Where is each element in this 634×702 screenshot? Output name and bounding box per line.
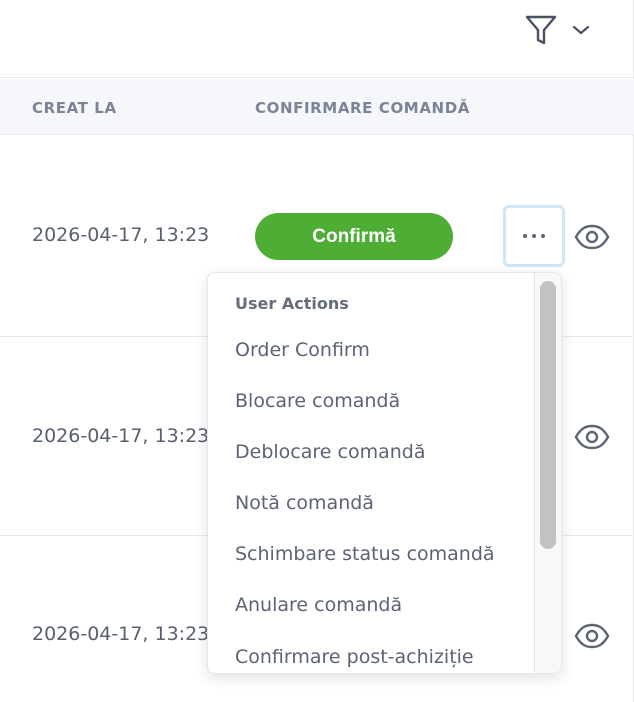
menu-item-order-confirm[interactable]: Order Confirm <box>235 339 370 361</box>
column-header-order-confirmation: CONFIRMARE COMANDĂ <box>255 99 470 117</box>
menu-item-post-purchase-confirmation[interactable]: Confirmare post-achiziție <box>235 646 474 668</box>
menu-item-order-note[interactable]: Notă comandă <box>235 492 374 514</box>
created-at-cell: 2026-04-17, 13:23 <box>32 425 210 447</box>
column-header-created-at: CREAT LA <box>32 99 117 117</box>
dropdown-heading: User Actions <box>235 294 349 313</box>
menu-item-unblock-order[interactable]: Deblocare comandă <box>235 441 425 463</box>
eye-icon[interactable] <box>574 424 610 450</box>
orders-table-panel: CREAT LA CONFIRMARE COMANDĂ 2026-04-17, … <box>0 0 634 702</box>
eye-icon[interactable] <box>574 623 610 649</box>
created-at-cell: 2026-04-17, 13:23 <box>32 224 210 246</box>
funnel-icon <box>525 15 557 45</box>
filter-dropdown-button[interactable] <box>524 10 604 50</box>
table-toolbar <box>0 0 634 78</box>
dropdown-list: User Actions Order Confirm Blocare coman… <box>208 273 534 673</box>
menu-item-cancel-order[interactable]: Anulare comandă <box>235 594 402 616</box>
confirm-order-button[interactable]: Confirmă <box>255 213 453 260</box>
created-at-cell: 2026-04-17, 13:23 <box>32 623 210 645</box>
ellipsis-icon <box>523 234 527 238</box>
dropdown-scrollbar-thumb[interactable] <box>540 281 556 549</box>
table-header: CREAT LA CONFIRMARE COMANDĂ <box>0 79 634 135</box>
row-actions-button[interactable] <box>503 205 565 267</box>
ellipsis-dot <box>532 234 536 238</box>
chevron-down-icon <box>572 25 590 35</box>
menu-item-change-order-status[interactable]: Schimbare status comandă <box>235 543 495 565</box>
menu-item-block-order[interactable]: Blocare comandă <box>235 390 400 412</box>
ellipsis-dot <box>541 234 545 238</box>
eye-icon[interactable] <box>574 224 610 250</box>
user-actions-dropdown: User Actions Order Confirm Blocare coman… <box>207 272 562 674</box>
